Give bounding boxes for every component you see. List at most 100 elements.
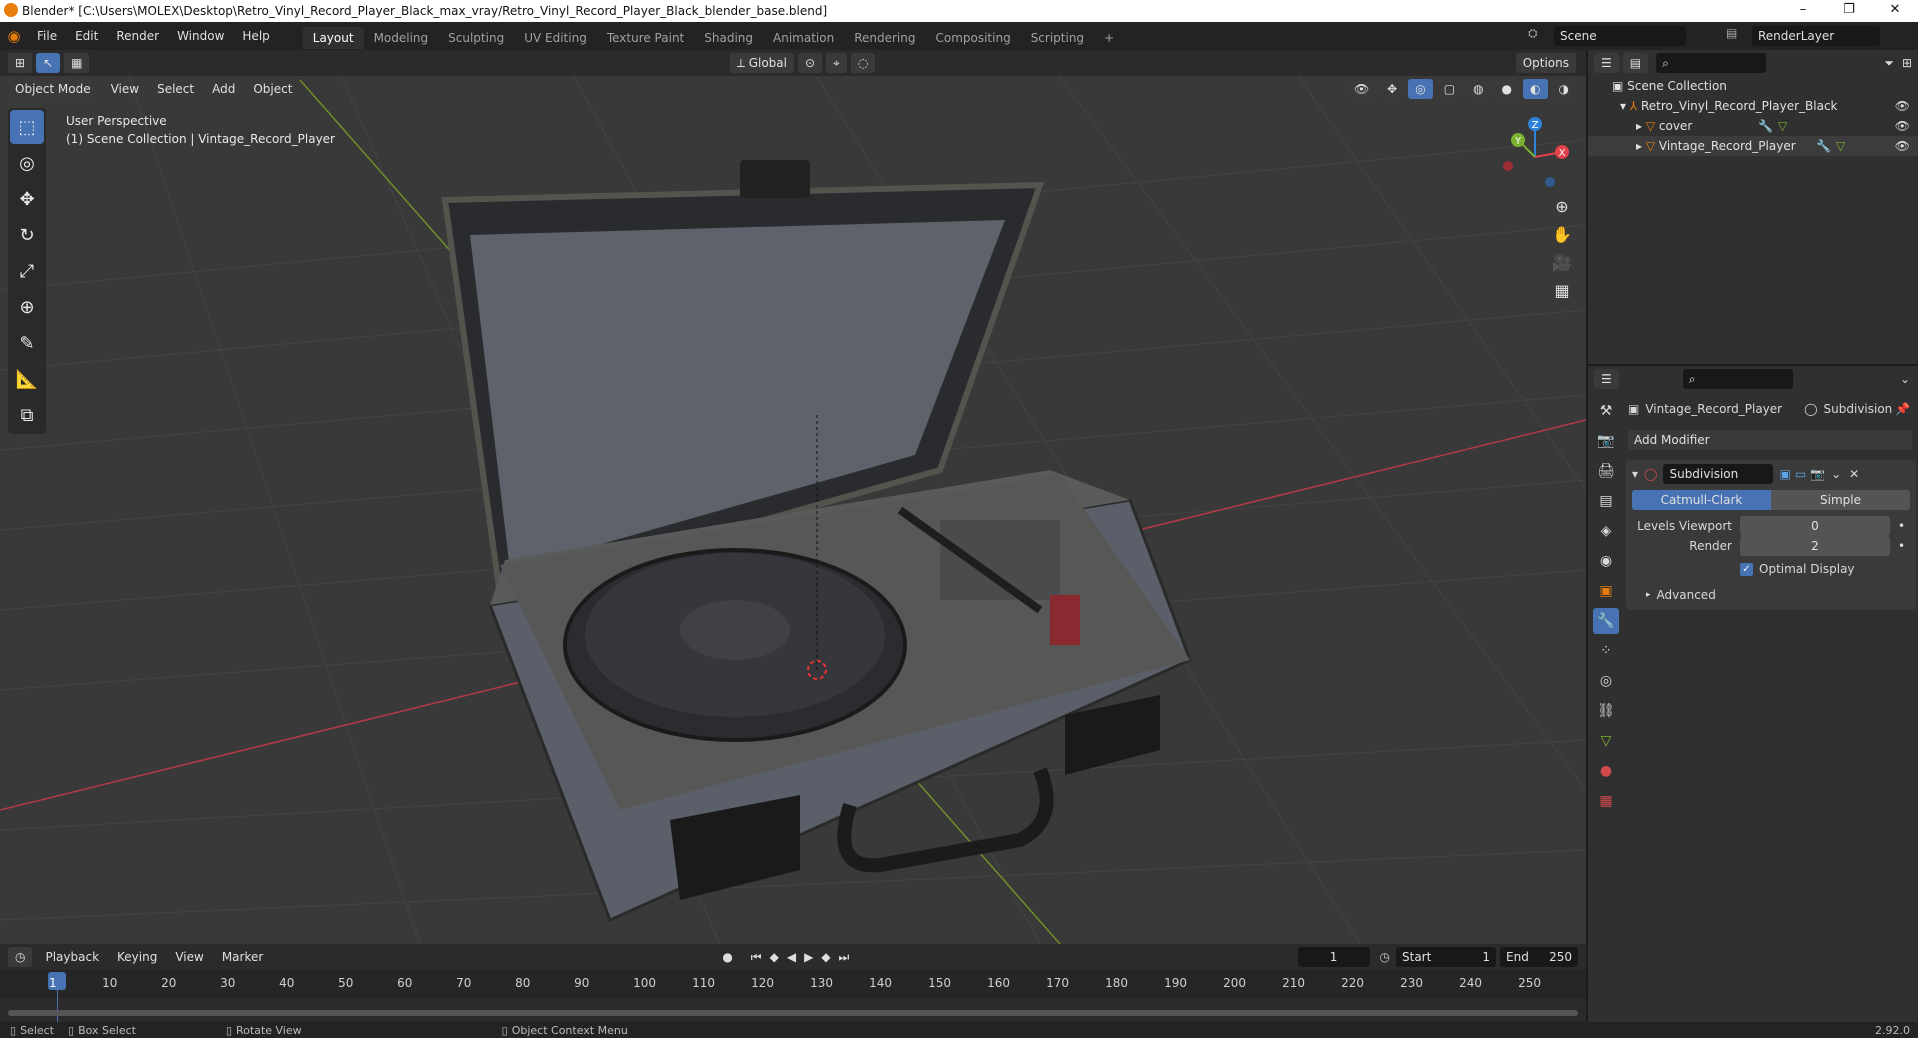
workspace-tab-scripting[interactable]: Scripting [1021, 27, 1094, 49]
workspace-tab-uv-editing[interactable]: UV Editing [514, 27, 597, 49]
object-tab-icon[interactable]: ▣ [1593, 578, 1619, 604]
outliner-row-vintage-record-player[interactable]: ▸ ▽ Vintage_Record_Player 🔧 ▽ 👁 [1588, 136, 1918, 156]
outliner-editor-type-icon[interactable]: ☰ [1594, 53, 1619, 73]
start-frame-field[interactable]: Start 1 [1396, 947, 1496, 967]
add-cube-tool-icon[interactable]: ⧉ [10, 398, 44, 432]
cursor-tool-icon[interactable]: ◎ [10, 146, 44, 180]
play-icon[interactable]: ▶ [804, 950, 813, 964]
solid-shading-icon[interactable]: ● [1494, 79, 1520, 99]
render-layer-selector[interactable]: RenderLayer [1752, 26, 1880, 46]
3d-viewport[interactable]: ⊞ ↖ ▦ ⟂ Global ⊙ ⌖ ◌ Options Object Mode… [0, 50, 1586, 944]
blender-menu-icon[interactable]: ◉ [0, 27, 28, 45]
simple-button[interactable]: Simple [1771, 490, 1910, 510]
tool-tab-icon[interactable]: ⚒ [1593, 398, 1619, 424]
xray-icon[interactable]: ▢ [1436, 79, 1463, 99]
particles-tab-icon[interactable]: ⁘ [1593, 638, 1619, 664]
physics-tab-icon[interactable]: ◎ [1593, 668, 1619, 694]
menu-file[interactable]: File [28, 22, 66, 50]
workspace-tab-layout[interactable]: Layout [302, 26, 364, 49]
menu-window[interactable]: Window [168, 22, 233, 50]
wireframe-shading-icon[interactable]: ◍ [1466, 79, 1491, 99]
timeline-scrollbar[interactable] [8, 1010, 1578, 1016]
transform-tool-icon[interactable]: ⊕ [10, 290, 44, 324]
modifier-menu-icon[interactable]: ⌄ [1831, 467, 1841, 481]
add-modifier-dropdown[interactable]: Add Modifier [1628, 430, 1912, 450]
collapse-arrow-icon[interactable]: ▾ [1632, 467, 1638, 481]
workspace-tab-compositing[interactable]: Compositing [925, 27, 1020, 49]
visibility-eye-icon[interactable]: 👁 [1895, 136, 1910, 156]
properties-search-input[interactable]: ⌕ [1682, 369, 1793, 389]
timeline-menu-playback[interactable]: Playback [36, 943, 108, 971]
editor-type-icon[interactable]: ⊞ [8, 53, 33, 73]
advanced-subpanel[interactable]: ▸ Advanced [1646, 588, 1716, 602]
workspace-tab-rendering[interactable]: Rendering [844, 27, 925, 49]
mode-dropdown[interactable]: Object Mode [8, 79, 98, 99]
camera-view-icon[interactable]: 🎥 [1548, 248, 1576, 276]
timeline-menu-marker[interactable]: Marker [213, 943, 272, 971]
new-collection-icon[interactable]: ⊞ [1902, 56, 1912, 70]
workspace-tab-shading[interactable]: Shading [694, 27, 763, 49]
edit-mode-toggle-icon[interactable]: ▣ [1779, 467, 1790, 481]
visibility-icon[interactable]: 👁 [1346, 79, 1377, 99]
workspace-tab-modeling[interactable]: Modeling [364, 27, 439, 49]
transform-orientation-dropdown[interactable]: ⟂ Global [729, 53, 794, 73]
zoom-icon[interactable]: ⊕ [1548, 192, 1576, 220]
options-dropdown[interactable]: Options [1515, 53, 1577, 73]
record-keyframe-icon[interactable]: ● [722, 950, 732, 964]
timeline-editor-type-icon[interactable]: ◷ [8, 947, 33, 967]
keyframe-dot-icon[interactable]: • [1898, 539, 1905, 553]
filter-icon[interactable]: ⏷ [1884, 56, 1894, 71]
visibility-eye-icon[interactable]: 👁 [1895, 116, 1910, 136]
proportional-edit-icon[interactable]: ◌ [850, 53, 876, 73]
move-tool-icon[interactable]: ✥ [10, 182, 44, 216]
overlay-toggle-icon[interactable]: ◎ [1408, 79, 1433, 99]
current-frame-field[interactable]: 1 [1297, 947, 1370, 967]
scene-tab-icon[interactable]: ◈ [1593, 518, 1619, 544]
viewport-menu-add[interactable]: Add [203, 75, 244, 103]
maximize-button[interactable]: ❐ [1826, 0, 1872, 22]
jump-start-icon[interactable]: ⏮ [751, 950, 762, 965]
selection-modes-icon[interactable]: ▦ [64, 53, 90, 73]
modifier-tab-icon[interactable]: 🔧 [1593, 608, 1619, 634]
visibility-eye-icon[interactable]: 👁 [1895, 96, 1910, 116]
snap-icon[interactable]: ⌖ [826, 53, 847, 73]
viewport-menu-select[interactable]: Select [148, 75, 203, 103]
outliner-row-cover[interactable]: ▸ ▽ cover 🔧 ▽ 👁 [1588, 116, 1918, 136]
render-tab-icon[interactable]: 📷 [1593, 428, 1619, 454]
levels-viewport-field[interactable]: 0 [1740, 516, 1890, 536]
select-box-tool-icon[interactable]: ⬚ [10, 110, 44, 144]
scale-tool-icon[interactable]: ⤢ [10, 254, 44, 288]
optimal-display-checkbox[interactable]: ✓ [1740, 562, 1753, 576]
viewport-menu-object[interactable]: Object [244, 75, 301, 103]
workspace-tab-sculpting[interactable]: Sculpting [438, 27, 514, 49]
display-mode-icon[interactable]: ▤ [1622, 53, 1649, 73]
outliner-row-collection[interactable]: ▾ ⅄ Retro_Vinyl_Record_Player_Black 👁 [1588, 96, 1918, 116]
expand-arrow-icon[interactable]: ▸ [1646, 590, 1651, 600]
play-reverse-icon[interactable]: ◀ [787, 950, 796, 964]
chevron-down-icon[interactable]: ⌄ [1900, 372, 1910, 386]
modifier-name-field[interactable]: Subdivision [1663, 464, 1774, 484]
close-button[interactable]: ✕ [1872, 0, 1918, 22]
timeline-editor[interactable]: ◷ Playback Keying View Marker ● ⏮ ◆ ◀ ▶ … [0, 944, 1586, 1022]
menu-render[interactable]: Render [107, 22, 168, 50]
texture-tab-icon[interactable]: ▦ [1593, 788, 1619, 814]
jump-end-icon[interactable]: ⏭ [839, 950, 850, 965]
constraints-tab-icon[interactable]: ⛓ [1593, 698, 1619, 724]
viewport-menu-view[interactable]: View [102, 75, 148, 103]
navigation-gizmo[interactable]: Z X Y [1490, 112, 1580, 202]
preview-range-icon[interactable]: ◷ [1380, 950, 1390, 964]
timeline-menu-view[interactable]: View [166, 943, 212, 971]
workspace-tab-texture-paint[interactable]: Texture Paint [597, 27, 694, 49]
rendered-shading-icon[interactable]: ◑ [1551, 79, 1576, 99]
material-tab-icon[interactable]: ● [1593, 758, 1619, 784]
world-tab-icon[interactable]: ◉ [1593, 548, 1619, 574]
measure-tool-icon[interactable]: 📐 [10, 362, 44, 396]
menu-help[interactable]: Help [233, 22, 278, 50]
outliner-row-scene-collection[interactable]: ▣ Scene Collection [1588, 76, 1918, 96]
mesh-data-tab-icon[interactable]: ▽ [1593, 728, 1619, 754]
remove-modifier-icon[interactable]: ✕ [1849, 467, 1859, 481]
menu-edit[interactable]: Edit [66, 22, 107, 50]
workspace-tab-animation[interactable]: Animation [763, 27, 844, 49]
render-levels-field[interactable]: 2 [1740, 536, 1890, 556]
prev-keyframe-icon[interactable]: ◆ [770, 950, 779, 964]
